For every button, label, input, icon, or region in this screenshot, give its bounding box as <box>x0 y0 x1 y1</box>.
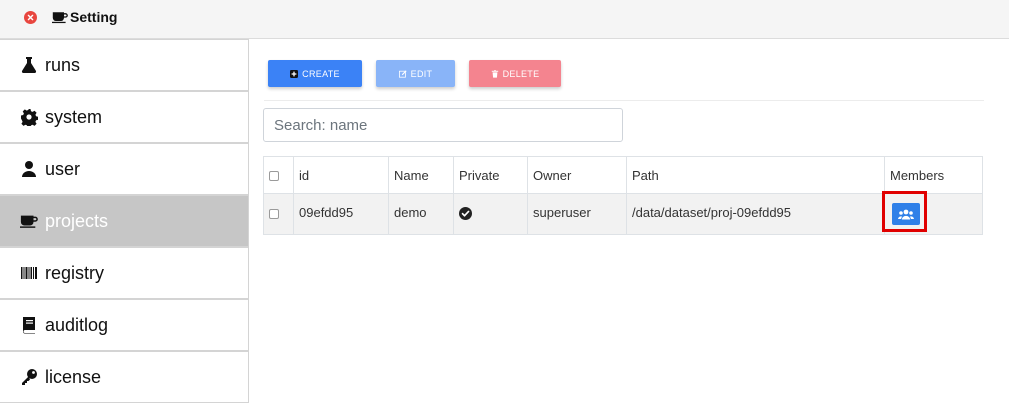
sidebar: runs system user projects registry audit… <box>0 39 249 403</box>
edit-button[interactable]: EDIT <box>376 60 455 87</box>
sidebar-item-license[interactable]: license <box>0 351 249 403</box>
sidebar-item-label: registry <box>45 262 105 283</box>
column-header-id[interactable]: id <box>293 156 389 194</box>
create-button[interactable]: CREATE <box>268 60 362 87</box>
column-header-name[interactable]: Name <box>388 156 454 194</box>
create-button-label: CREATE <box>302 68 340 79</box>
coffee-cup-icon <box>20 212 38 230</box>
users-icon <box>898 209 914 219</box>
search-input[interactable] <box>263 108 623 142</box>
user-icon <box>20 160 38 178</box>
column-header-private[interactable]: Private <box>453 156 528 194</box>
title-bar: Setting <box>0 0 1009 39</box>
sidebar-item-label: user <box>45 158 81 179</box>
sidebar-item-user[interactable]: user <box>0 143 249 195</box>
column-header-path[interactable]: Path <box>626 156 885 194</box>
sidebar-item-label: runs <box>45 54 81 75</box>
table-header-row: id Name Private Owner Path Members <box>263 156 983 194</box>
page-title: Setting <box>70 9 118 25</box>
gear-icon <box>20 108 38 126</box>
barcode-icon <box>20 264 38 282</box>
trash-icon <box>491 69 498 78</box>
sidebar-item-auditlog[interactable]: auditlog <box>0 299 249 351</box>
sidebar-item-label: system <box>45 106 103 127</box>
column-header-owner[interactable]: Owner <box>527 156 627 194</box>
coffee-cup-icon <box>52 12 68 24</box>
key-icon <box>20 368 38 386</box>
cell-path: /data/dataset/proj-09efdd95 <box>626 193 885 235</box>
cell-private <box>453 193 528 235</box>
cell-owner: superuser <box>527 193 627 235</box>
sidebar-item-runs[interactable]: runs <box>0 39 249 91</box>
plus-square-icon <box>290 69 299 78</box>
flask-icon <box>20 56 38 74</box>
sidebar-item-label: license <box>45 366 102 387</box>
row-select-cell <box>263 193 294 235</box>
edit-icon <box>398 69 407 78</box>
cell-name: demo <box>388 193 454 235</box>
delete-button[interactable]: DELETE <box>469 60 561 87</box>
sidebar-item-label: auditlog <box>45 314 109 335</box>
delete-button-label: DELETE <box>502 68 540 79</box>
book-icon <box>20 316 38 334</box>
close-icon[interactable] <box>24 11 37 24</box>
cell-id: 09efdd95 <box>293 193 389 235</box>
sidebar-item-projects[interactable]: projects <box>0 195 249 247</box>
header-select-cell <box>263 156 294 194</box>
select-all-checkbox[interactable] <box>269 171 279 182</box>
window-title: Setting <box>52 9 117 25</box>
cell-members <box>884 193 983 235</box>
table-row[interactable]: 09efdd95 demo superuser /data/dataset/pr… <box>263 193 983 235</box>
main-content: CREATE EDIT DELETE id Name Private Owner… <box>249 39 1009 400</box>
sidebar-item-system[interactable]: system <box>0 91 249 143</box>
divider <box>264 100 984 101</box>
members-button[interactable] <box>892 203 920 225</box>
check-circle-icon <box>459 207 472 221</box>
projects-table: id Name Private Owner Path Members 09efd… <box>263 156 983 235</box>
column-header-members[interactable]: Members <box>884 156 983 194</box>
edit-button-label: EDIT <box>410 68 433 79</box>
sidebar-item-registry[interactable]: registry <box>0 247 249 299</box>
row-checkbox[interactable] <box>269 208 279 219</box>
sidebar-item-label: projects <box>45 210 109 231</box>
